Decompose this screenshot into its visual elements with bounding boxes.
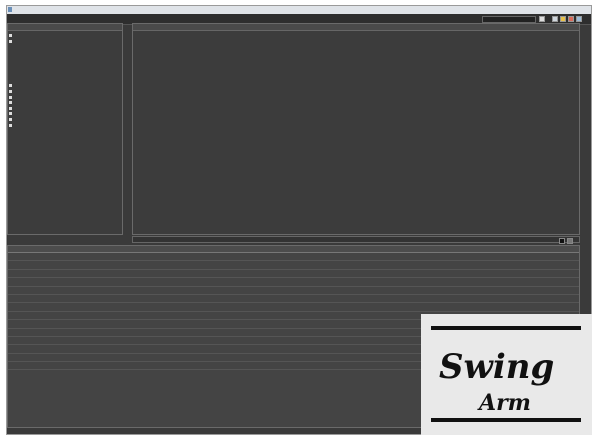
expand-icon[interactable] <box>9 34 12 37</box>
swing-arm-logo: Swing Arm <box>421 314 592 435</box>
table-row[interactable] <box>8 295 579 304</box>
virtual-bench-device-field[interactable] <box>482 16 536 23</box>
refresh-icon[interactable] <box>539 16 545 22</box>
sequence-status-bar <box>132 236 580 244</box>
pin-icon[interactable] <box>567 238 573 244</box>
virtual-bench-library-panel <box>7 23 123 235</box>
sequence-columns <box>133 24 579 30</box>
expand-icon[interactable] <box>9 89 12 93</box>
title-bar[interactable] <box>7 6 591 14</box>
table-row[interactable] <box>8 270 579 279</box>
library-tree-item[interactable] <box>8 150 122 156</box>
logo-word-arm: Arm <box>477 390 531 416</box>
expand-icon[interactable] <box>9 106 12 110</box>
expand-icon[interactable] <box>9 117 12 121</box>
sequence-header <box>133 24 579 31</box>
expand-icon[interactable] <box>9 101 12 105</box>
sequence-step-row[interactable] <box>133 132 579 138</box>
table-row[interactable] <box>8 253 579 262</box>
logo-graphic: Swing Arm <box>431 326 581 422</box>
sequence-rows <box>133 31 579 137</box>
expand-icon[interactable] <box>9 112 12 116</box>
app-icon <box>8 7 12 12</box>
toolbar-icon-3[interactable] <box>568 16 574 22</box>
table-row[interactable] <box>8 278 579 287</box>
results-toggle-icon[interactable] <box>559 238 565 244</box>
library-tree <box>8 31 122 156</box>
logo-top-bar <box>431 326 581 330</box>
logo-word-swing: Swing <box>439 347 554 387</box>
results-header <box>8 246 579 253</box>
toolbar-icon-2[interactable] <box>560 16 566 22</box>
expand-icon[interactable] <box>9 84 12 88</box>
table-row[interactable] <box>8 287 579 295</box>
library-title <box>8 24 122 31</box>
sequence-panel <box>132 23 580 235</box>
toolbar-icon-4[interactable] <box>576 16 582 22</box>
expand-icon[interactable] <box>9 123 12 127</box>
table-row[interactable] <box>8 303 579 312</box>
expand-icon[interactable] <box>9 39 12 43</box>
table-row[interactable] <box>8 261 579 270</box>
logo-bottom-bar <box>431 418 581 422</box>
toolbar-icon-1[interactable] <box>552 16 558 22</box>
expand-icon[interactable] <box>9 95 12 99</box>
